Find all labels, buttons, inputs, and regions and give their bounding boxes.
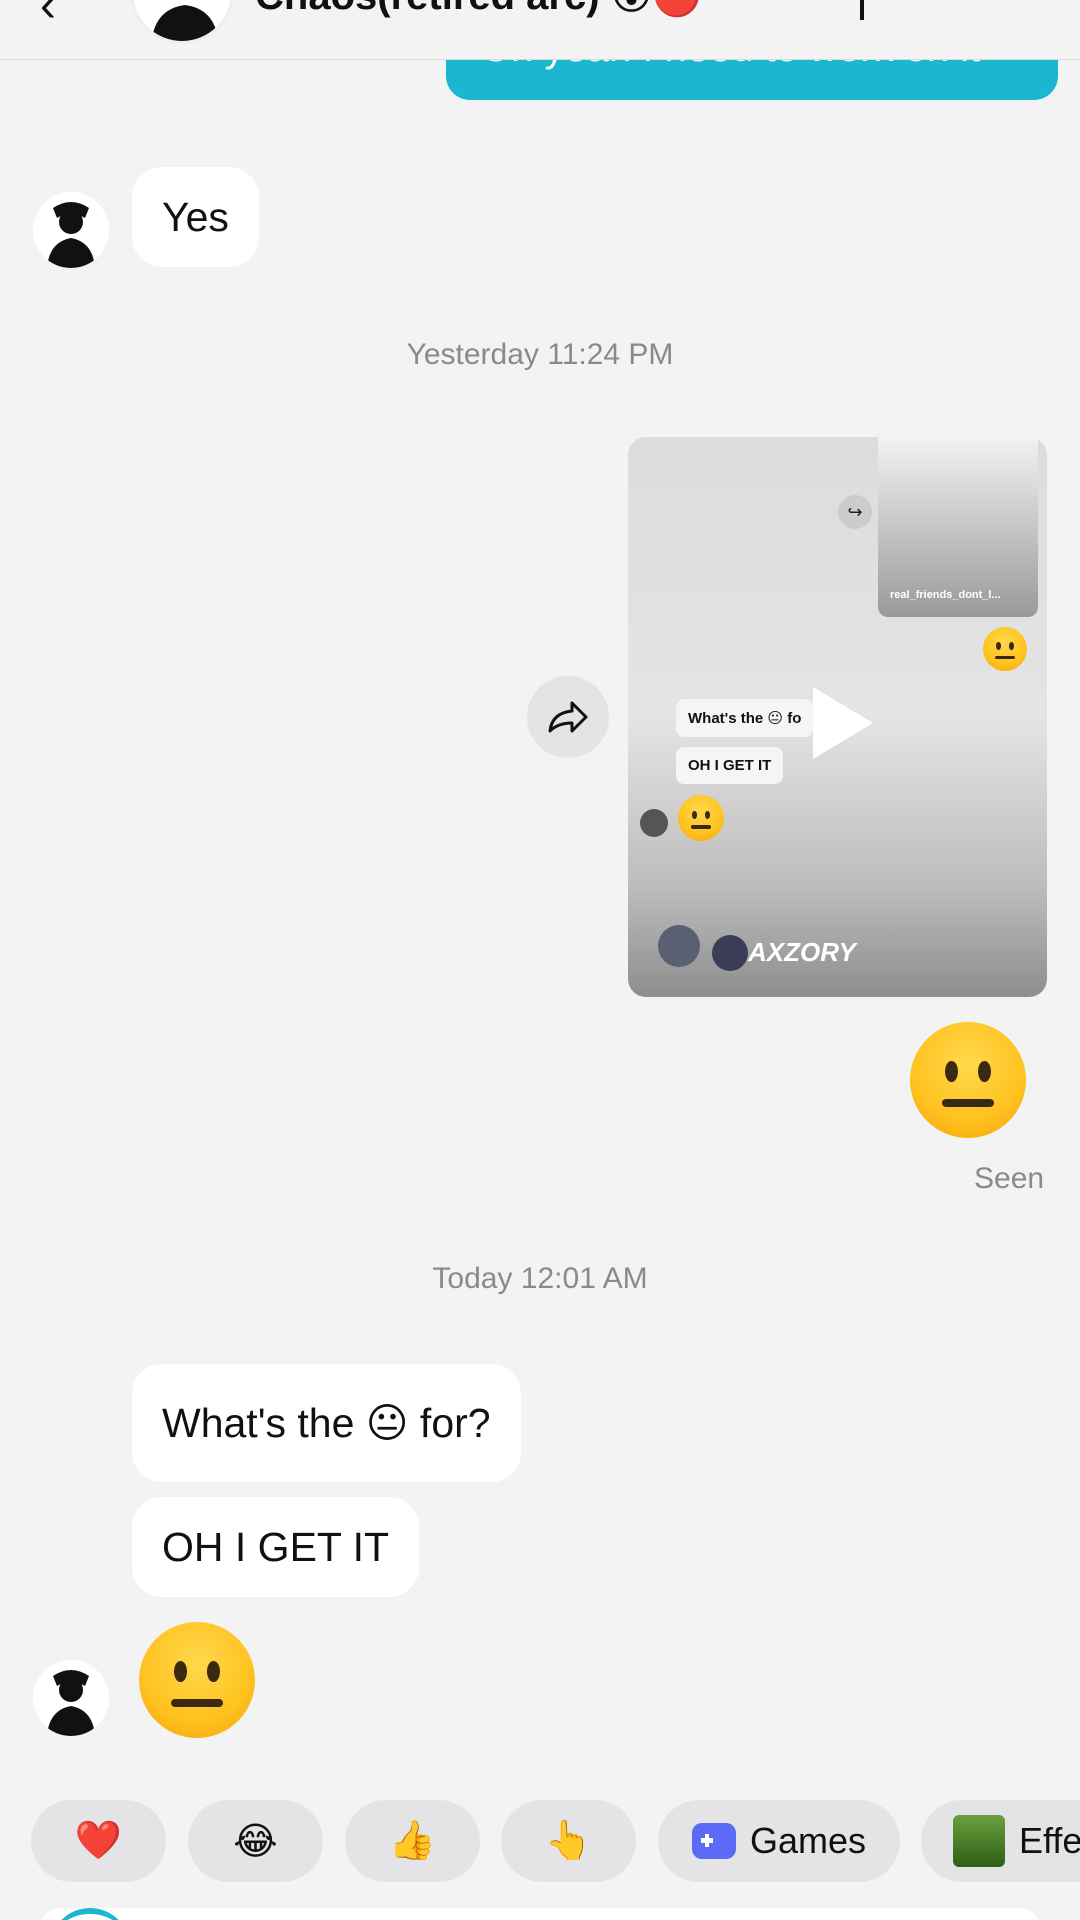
pointing-hand-icon: 👆 <box>544 1820 593 1862</box>
moon-icon <box>640 809 668 837</box>
quick-reaction-pointing[interactable]: 👆 <box>501 1800 636 1882</box>
neutral-face-emoji[interactable] <box>910 1022 1026 1138</box>
share-arrow-icon <box>548 701 588 733</box>
shared-video-card[interactable]: real_friends_dont_l... ↪ What's the 😐 fo… <box>628 437 1047 997</box>
timestamp: Yesterday 11:24 PM <box>406 338 674 371</box>
play-icon[interactable] <box>813 687 873 759</box>
gamepad-icon <box>691 1823 736 1859</box>
heart-icon: ❤️ <box>74 1820 123 1862</box>
message-text: What's the 😐 for? <box>162 1399 491 1446</box>
games-label: Games <box>749 1820 867 1861</box>
neutral-face-icon <box>678 795 724 841</box>
contact-avatar[interactable] <box>130 0 234 44</box>
seen-status: Seen <box>974 1162 1045 1195</box>
neutral-face-icon <box>983 627 1027 671</box>
share-button[interactable] <box>527 676 609 758</box>
person-silhouette-icon <box>151 5 219 41</box>
chat-screen: ‹ Chaos(retired arc) 😲🔴 Oh yeah I need t… <box>0 0 1080 1920</box>
incoming-message-bubble[interactable]: OH I GET IT <box>132 1497 420 1597</box>
moon-icon <box>712 935 748 971</box>
share-arrow-icon: ↪ <box>838 495 872 529</box>
neutral-face-emoji[interactable] <box>139 1622 255 1738</box>
creator-avatar <box>658 925 700 967</box>
effects-button[interactable]: Effe <box>921 1800 1080 1882</box>
quick-reaction-heart[interactable]: ❤️ <box>31 1800 166 1882</box>
person-silhouette-icon <box>47 202 95 268</box>
preview-text-2: OH I GET IT <box>676 747 784 784</box>
video-username: AXZORY <box>748 937 856 967</box>
back-button[interactable]: ‹ <box>40 0 56 30</box>
quick-reaction-thumbs-up[interactable]: 👍 <box>345 1800 480 1882</box>
message-text: Yes <box>162 193 229 240</box>
games-button[interactable]: Games <box>658 1800 900 1882</box>
thumbnail-username: real_friends_dont_l... <box>890 589 1001 601</box>
laughing-icon: 😂 <box>233 1820 278 1863</box>
timestamp: Today 12:01 AM <box>432 1262 648 1295</box>
effects-icon <box>953 1815 1005 1867</box>
person-silhouette-icon <box>47 1670 95 1736</box>
sender-avatar[interactable] <box>33 192 109 268</box>
effects-label: Effe <box>1019 1820 1080 1861</box>
quick-reaction-laughing[interactable]: 😂 <box>188 1800 323 1882</box>
contact-name[interactable]: Chaos(retired arc) 😲🔴 <box>255 0 702 16</box>
preview-text-1: What's the 😐 fo <box>676 699 814 737</box>
chat-header: ‹ Chaos(retired arc) 😲🔴 <box>0 0 1080 60</box>
message-input[interactable] <box>40 1908 1040 1920</box>
call-icon[interactable] <box>860 0 900 20</box>
incoming-message-bubble[interactable]: What's the 😐 for? <box>132 1364 521 1482</box>
message-text: OH I GET IT <box>162 1523 390 1570</box>
incoming-message-bubble[interactable]: Yes <box>132 167 259 267</box>
sender-avatar[interactable] <box>33 1660 109 1736</box>
thumbs-up-icon: 👍 <box>388 1820 437 1862</box>
